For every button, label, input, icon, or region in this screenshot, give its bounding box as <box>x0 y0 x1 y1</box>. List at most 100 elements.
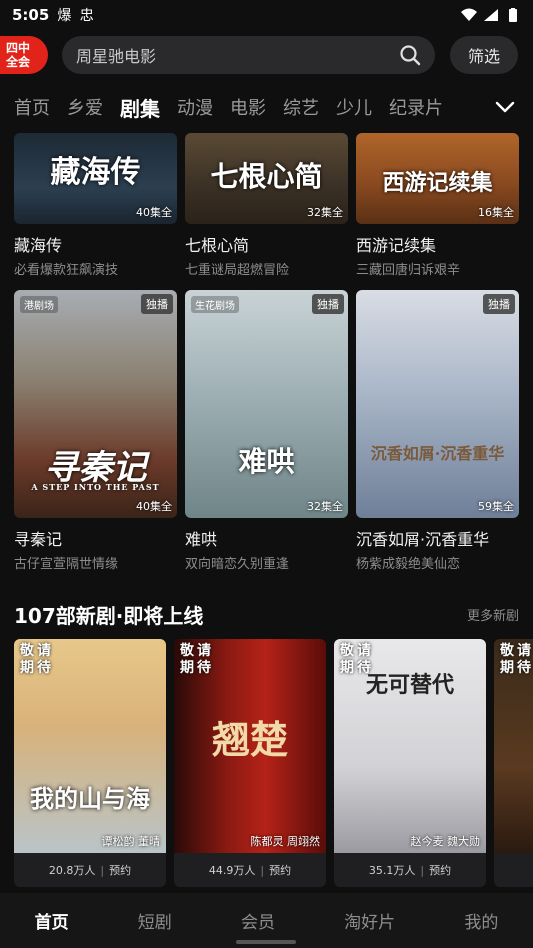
poster: 敬请期待 无可替代 赵今麦 魏大勋 <box>334 639 486 853</box>
drama-desc: 双向暗恋久别重逢 <box>185 557 290 572</box>
nav-profile[interactable]: 我的 <box>464 908 498 933</box>
upcoming-section-header: 107部新剧·即将上线 更多新剧 <box>14 600 519 628</box>
tab-movies[interactable]: 电影 <box>230 94 266 120</box>
drama-desc: 七重谜局超燃冒险 <box>185 263 290 278</box>
studio-label: 港剧场 <box>20 296 58 313</box>
filter-button[interactable]: 筛选 <box>450 36 518 74</box>
tab-rural[interactable]: 乡爱 <box>67 94 103 120</box>
episode-count: 59集全 <box>478 500 514 513</box>
nav-vip[interactable]: 会员 <box>241 908 275 933</box>
divider: | <box>100 863 105 877</box>
reservation-count: 35.1万人 <box>368 864 416 877</box>
poster: 西游记续集 16集全 <box>356 133 519 224</box>
episode-count: 32集全 <box>307 500 343 513</box>
cast-names: 赵今麦 魏大勋 <box>410 835 481 848</box>
drama-desc: 三藏回唐归诉艰辛 <box>356 263 461 278</box>
poster-title-art: 七根心简 <box>210 160 323 193</box>
poster-title-art: 无可替代 <box>365 672 454 698</box>
drama-desc: 古仔宣萱隔世情缘 <box>14 557 119 572</box>
search-query: 周星驰电影 <box>76 47 157 66</box>
reserve-button[interactable]: 预约 <box>429 862 451 878</box>
poster: 独播 沉香如屑·沉香重华 59集全 <box>356 290 519 518</box>
studio-label: 生花剧场 <box>191 296 239 313</box>
nav-discover[interactable]: 淘好片 <box>344 908 395 933</box>
exclusive-badge: 独播 <box>312 294 344 314</box>
reserve-button[interactable]: 预约 <box>269 862 291 878</box>
poster-title-art: 藏海传 <box>50 155 141 190</box>
search-icon[interactable] <box>399 44 421 66</box>
more-new-dramas-link[interactable]: 更多新剧 <box>467 605 519 624</box>
drama-card[interactable]: 生花剧场 独播 难哄 32集全 难哄 双向暗恋久别重逢 <box>185 290 348 572</box>
reservation-count: 44.9万人 <box>208 864 256 877</box>
reservation-bar: 44.9万人 | 预约 <box>174 853 326 887</box>
status-app-icons: 爆 忠 <box>57 8 96 24</box>
tab-series[interactable]: 剧集 <box>120 93 160 122</box>
chevron-down-icon[interactable] <box>494 96 516 118</box>
tab-anime[interactable]: 动漫 <box>177 94 213 120</box>
tab-documentary[interactable]: 纪录片 <box>389 94 443 120</box>
battery-icon <box>509 8 517 22</box>
exclusive-badge: 独播 <box>483 294 515 314</box>
poster: 敬请期待 翘楚 陈都灵 周翊然 <box>174 639 326 853</box>
upcoming-carousel[interactable]: 敬请期待 我的山与海 谭松韵 董晴 20.8万人 | 预约 敬请期待 翘楚 陈都… <box>14 639 533 887</box>
drama-title: 七根心简 <box>185 236 250 255</box>
poster-title-art: 翘楚 <box>211 717 288 762</box>
drama-card[interactable]: 港剧场 独播 寻秦记 A STEP INTO THE PAST 40集全 寻秦记… <box>14 290 177 572</box>
drama-title: 西游记续集 <box>356 236 437 255</box>
drama-desc: 杨紫成毅绝美仙恋 <box>356 557 461 572</box>
brand-line1: 四中 <box>6 41 31 55</box>
signal-icon <box>484 9 498 21</box>
poster-title-art: 沉香如屑·沉香重华 <box>370 444 505 463</box>
search-input[interactable]: 周星驰电影 <box>62 36 435 74</box>
poster-title-art: 西游记续集 <box>382 170 493 196</box>
reservation-bar: 35.1万人 | 预约 <box>334 853 486 887</box>
coming-soon-badge: 敬请期待 <box>180 643 214 676</box>
drama-title: 藏海传 <box>14 236 63 255</box>
nav-home[interactable]: 首页 <box>35 908 69 933</box>
brand-line2: 全会 <box>6 55 31 69</box>
tab-home[interactable]: 首页 <box>14 94 50 120</box>
status-time: 5:05 <box>12 6 50 24</box>
category-tabs: 首页 乡爱 剧集 动漫 电影 综艺 少儿 纪录片 <box>0 86 533 128</box>
poster-title-art: 我的山与海 <box>30 784 150 813</box>
drama-card[interactable]: 独播 沉香如屑·沉香重华 59集全 沉香如屑·沉香重华 杨紫成毅绝美仙恋 <box>356 290 519 572</box>
exclusive-badge: 独播 <box>141 294 173 314</box>
poster: 七根心简 32集全 <box>185 133 348 224</box>
section-title: 107部新剧·即将上线 <box>14 603 204 628</box>
drama-row-2: 港剧场 独播 寻秦记 A STEP INTO THE PAST 40集全 寻秦记… <box>14 290 519 572</box>
drama-card[interactable]: 七根心简 32集全 七根心简 七重谜局超燃冒险 <box>185 133 348 278</box>
upcoming-card[interactable]: 敬请期待 翘楚 陈都灵 周翊然 44.9万人 | 预约 <box>174 639 326 887</box>
tab-variety[interactable]: 综艺 <box>283 94 319 120</box>
cast-names: 陈都灵 周翊然 <box>250 835 321 848</box>
poster: 藏海传 40集全 <box>14 133 177 224</box>
brand-badge[interactable]: 四中 全会 <box>0 36 48 74</box>
reservation-bar <box>494 853 533 887</box>
status-indicators <box>461 8 521 22</box>
coming-soon-badge: 敬请期待 <box>500 643 533 676</box>
poster: 敬请期待 我的山与海 谭松韵 董晴 <box>14 639 166 853</box>
nav-short-drama[interactable]: 短剧 <box>138 908 172 933</box>
coming-soon-badge: 敬请期待 <box>20 643 54 676</box>
drama-desc: 必看爆款狂飙演技 <box>14 263 119 278</box>
divider: | <box>420 863 425 877</box>
drama-row-1: 藏海传 40集全 藏海传 必看爆款狂飙演技 七根心简 32集全 七根心简 七重谜… <box>14 133 519 278</box>
drama-card[interactable]: 藏海传 40集全 藏海传 必看爆款狂飙演技 <box>14 133 177 278</box>
divider: | <box>260 863 265 877</box>
reserve-button[interactable]: 预约 <box>109 862 131 878</box>
tab-kids[interactable]: 少儿 <box>336 94 372 120</box>
poster: 敬请期待 <box>494 639 533 853</box>
reservation-count: 20.8万人 <box>48 864 96 877</box>
wifi-icon <box>461 8 477 21</box>
top-bar: 四中 全会 周星驰电影 筛选 <box>0 34 533 76</box>
episode-count: 40集全 <box>136 206 172 219</box>
upcoming-card[interactable]: 敬请期待 <box>494 639 533 887</box>
upcoming-card[interactable]: 敬请期待 我的山与海 谭松韵 董晴 20.8万人 | 预约 <box>14 639 166 887</box>
poster-subtitle-art: A STEP INTO THE PAST <box>31 482 160 492</box>
poster: 港剧场 独播 寻秦记 A STEP INTO THE PAST 40集全 <box>14 290 177 518</box>
poster-title-art: 难哄 <box>238 445 295 478</box>
home-indicator[interactable] <box>236 940 296 944</box>
upcoming-card[interactable]: 敬请期待 无可替代 赵今麦 魏大勋 35.1万人 | 预约 <box>334 639 486 887</box>
reservation-bar: 20.8万人 | 预约 <box>14 853 166 887</box>
drama-card[interactable]: 西游记续集 16集全 西游记续集 三藏回唐归诉艰辛 <box>356 133 519 278</box>
drama-title: 寻秦记 <box>14 530 63 549</box>
